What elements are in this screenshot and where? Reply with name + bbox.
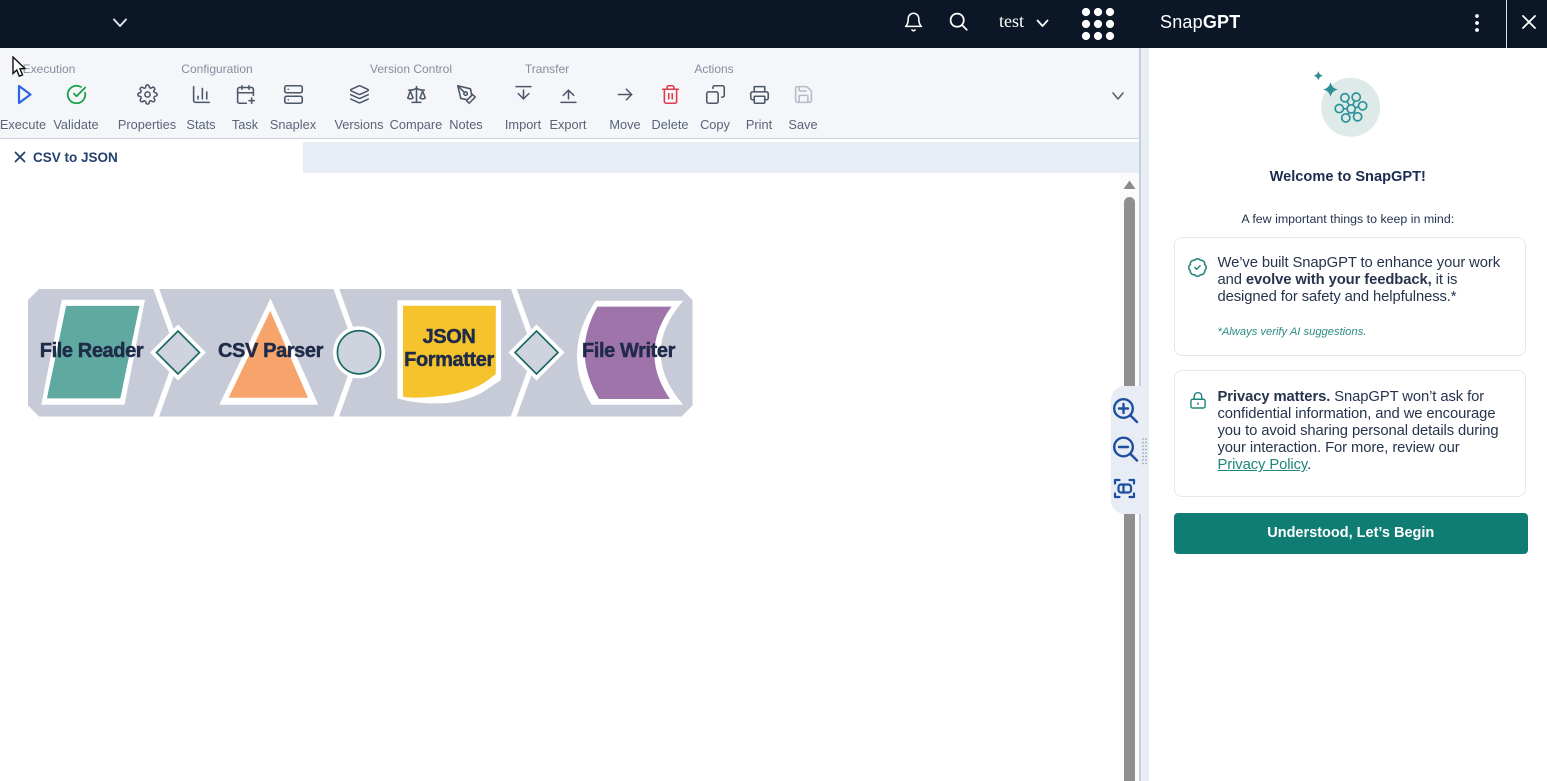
svg-text:CSV Parser: CSV Parser (218, 340, 324, 362)
svg-text:Formatter: Formatter (404, 349, 494, 371)
svg-text:JSON: JSON (423, 326, 476, 348)
svg-text:File Writer: File Writer (582, 340, 676, 362)
svg-text:File Reader: File Reader (40, 340, 144, 362)
